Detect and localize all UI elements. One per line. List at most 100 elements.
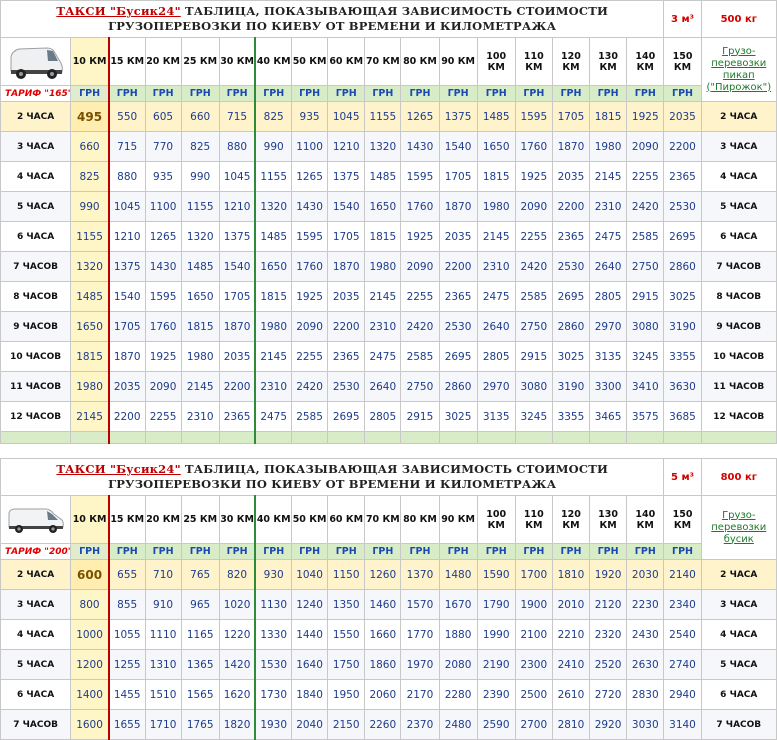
price-cell: 3135	[476, 401, 516, 432]
price-cell: 1155	[180, 191, 220, 222]
table-row: 7 ЧАСОВ 1320 1375 1430 1485 1540 1650 1760 1870 1…	[0, 251, 777, 282]
price-cell: 3025	[438, 401, 478, 432]
price-cell: 1650	[364, 191, 402, 222]
price-cell: 2210	[551, 619, 591, 650]
table-row: 5 ЧАСА 990 1045 1100 1155 1210 1320 1430 1540 165…	[0, 191, 777, 222]
currency-label: ГРН	[626, 543, 665, 560]
price-cell: 1485	[180, 251, 220, 282]
price-cell: 2200	[108, 401, 146, 432]
title-text: ТАБЛИЦА, ПОКАЗЫВАЮЩАЯ ЗАВИСИМОСТЬ СТОИМО…	[108, 462, 609, 491]
price-cell: 1220	[218, 619, 256, 650]
hours-label-right: 4 ЧАСА	[700, 161, 777, 192]
hours-label: 5 ЧАСА	[0, 649, 72, 680]
price-cell: 1990	[476, 619, 516, 650]
price-cell: 3465	[588, 401, 628, 432]
price-cell: 1455	[108, 679, 146, 710]
price-cell: 2035	[438, 221, 478, 252]
price-cell: 910	[144, 589, 182, 620]
price-cell: 990	[70, 191, 110, 222]
km-header: 15 КМ	[108, 37, 146, 86]
price-cell: 2145	[180, 371, 220, 402]
price-cell: 3025	[663, 281, 702, 312]
table-row: 9 ЧАСОВ 1650 1705 1760 1815 1870 1980 2090 2200 2…	[0, 311, 777, 342]
currency-label: ГРН	[626, 85, 665, 102]
price-cell: 1870	[108, 341, 146, 372]
km-header: 70 КМ	[364, 37, 402, 86]
price-cell: 1260	[364, 559, 402, 590]
price-cell: 2630	[626, 649, 665, 680]
price-cell: 2365	[551, 221, 591, 252]
hours-label: 8 ЧАСОВ	[0, 281, 72, 312]
title-brand-link[interactable]: ТАКСИ "Бусик24"	[56, 4, 180, 18]
price-cell: 1950	[327, 679, 366, 710]
van-image-cell	[0, 495, 72, 544]
currency-label: ГРН	[327, 543, 366, 560]
price-cell: 770	[144, 131, 182, 162]
price-cell: 935	[144, 161, 182, 192]
price-cell: 1100	[290, 131, 329, 162]
tarif-label: ТАРИФ "200"	[0, 543, 72, 560]
price-cell: 1155	[254, 161, 293, 192]
currency-label: ГРН	[218, 85, 256, 102]
price-cell: 1365	[180, 649, 220, 680]
price-cell: 2145	[364, 281, 402, 312]
price-cell: 2040	[290, 709, 329, 740]
price-cell: 1815	[588, 101, 628, 132]
title-brand-link[interactable]: ТАКСИ "Бусик24"	[56, 462, 180, 476]
price-cell: 2035	[218, 341, 256, 372]
hours-label-right: 2 ЧАСА	[700, 559, 777, 590]
price-cell: 2805	[476, 341, 516, 372]
price-cell: 2915	[626, 281, 665, 312]
currency-label: ГРН	[476, 543, 516, 560]
price-cell: 2540	[663, 619, 702, 650]
hours-label-right: 12 ЧАСОВ	[700, 401, 777, 432]
currency-label: ГРН	[663, 543, 702, 560]
price-cell: 2150	[327, 709, 366, 740]
price-cell: 1550	[327, 619, 366, 650]
km-header: 10 КМ	[70, 37, 110, 86]
price-cell: 2010	[551, 589, 591, 620]
price-cell: 1925	[400, 221, 440, 252]
km-header: 110 КМ	[514, 37, 553, 86]
hours-label: 3 ЧАСА	[0, 589, 72, 620]
price-cell: 2090	[290, 311, 329, 342]
price-cell: 1485	[70, 281, 110, 312]
price-cell: 2695	[551, 281, 591, 312]
price-cell: 3630	[663, 371, 702, 402]
price-cell: 1870	[438, 191, 478, 222]
price-cell: 1880	[438, 619, 478, 650]
price-cell: 2255	[290, 341, 329, 372]
price-cell: 1045	[108, 191, 146, 222]
table-row: 3 ЧАСА 660 715 770 825 880 990 1100 1210 1320 1430…	[0, 131, 777, 162]
currency-label: ГРН	[180, 85, 220, 102]
price-cell: 2365	[327, 341, 366, 372]
currency-label: ГРН	[290, 543, 329, 560]
table-row: 12 ЧАСОВ 2145 2200 2255 2310 2365 2475 2585 2695…	[0, 401, 777, 432]
service-link[interactable]: Грузо-перевозки пикап ("Пирожок")	[700, 37, 777, 102]
price-cell: 2035	[551, 161, 591, 192]
price-cell: 825	[70, 161, 110, 192]
price-cell: 1925	[626, 101, 665, 132]
price-cell: 1655	[108, 709, 146, 740]
currency-label: ГРН	[476, 85, 516, 102]
price-cell: 1595	[400, 161, 440, 192]
price-cell: 1770	[400, 619, 440, 650]
price-cell: 1810	[551, 559, 591, 590]
price-cell: 1320	[254, 191, 293, 222]
price-cell: 1980	[364, 251, 402, 282]
service-link[interactable]: Грузо-перевозки бусик	[700, 495, 777, 560]
price-cell: 2190	[476, 649, 516, 680]
price-cell: 1650	[180, 281, 220, 312]
currency-label: ГРН	[364, 543, 402, 560]
price-cell: 3575	[626, 401, 665, 432]
price-cell: 2970	[588, 311, 628, 342]
km-header: 50 КМ	[290, 37, 329, 86]
price-cell: 3300	[588, 371, 628, 402]
price-cell: 1705	[218, 281, 256, 312]
hours-label-right: 5 ЧАСА	[700, 649, 777, 680]
currency-label: ГРН	[218, 543, 256, 560]
table-row: 7 ЧАСОВ 1600 1655 1710 1765 1820 1930 2040 2150 2…	[0, 709, 777, 740]
price-cell: 2310	[180, 401, 220, 432]
price-cell: 2255	[144, 401, 182, 432]
price-cell: 1815	[364, 221, 402, 252]
